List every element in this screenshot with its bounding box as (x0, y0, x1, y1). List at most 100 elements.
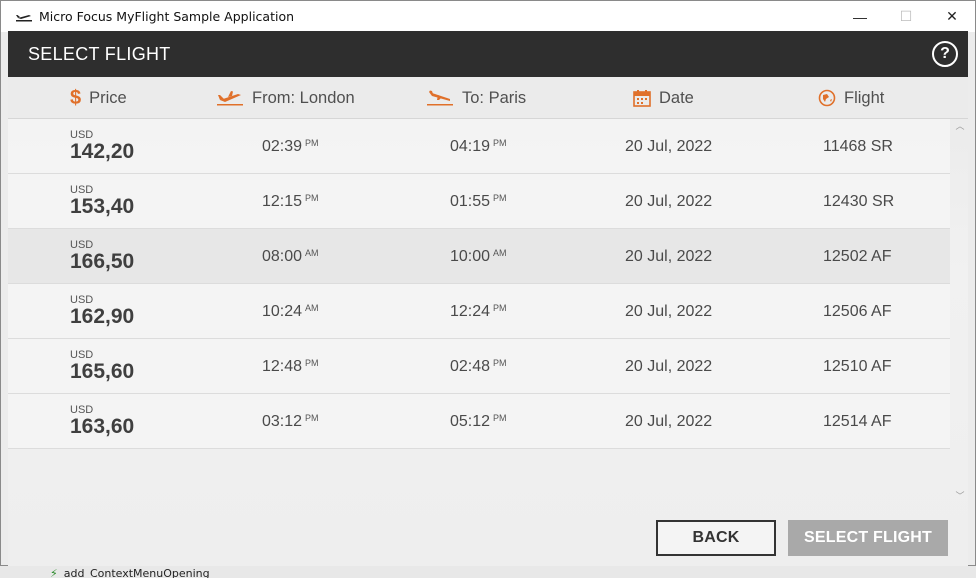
price-value: 153,40 (70, 195, 135, 218)
departure-time-value: 12:48 (262, 357, 303, 375)
flight-date: 20 Jul, 2022 (625, 357, 713, 375)
departure-time: 08:00 AM (262, 229, 319, 284)
departure-ampm: AM (305, 247, 319, 258)
column-label-to: To: Paris (462, 88, 527, 107)
flight-date: 20 Jul, 2022 (625, 137, 713, 155)
flight-number: 12514 AF (823, 412, 892, 430)
price-cell: USD 165,60 (70, 339, 134, 394)
departure-time-value: 08:00 (262, 247, 303, 265)
arrival-ampm: PM (493, 412, 507, 423)
flight-number: 11468 SR (823, 137, 893, 155)
price-cell: USD 166,50 (70, 229, 134, 284)
arrival-time-value: 05:12 (450, 412, 491, 430)
departure-ampm: PM (305, 192, 319, 203)
column-label-date: Date (659, 88, 694, 107)
arrival-time: 01:55 PM (450, 174, 507, 229)
flights-panel: $ Price From: London To: Paris Date Flig… (8, 77, 968, 566)
takeoff-icon (217, 91, 243, 106)
landing-icon (427, 90, 453, 106)
arrival-time-value: 10:00 (450, 247, 491, 265)
arrival-time: 12:24 PM (450, 284, 507, 339)
page-title: SELECT FLIGHT (28, 43, 171, 64)
globe-icon (818, 89, 836, 107)
flight-date: 20 Jul, 2022 (625, 192, 713, 210)
flight-row[interactable]: USD 142,20 02:39 PM 04:19 PM 20 Jul, 2022 … (8, 119, 950, 174)
minimize-button[interactable]: — (837, 1, 883, 32)
arrival-ampm: PM (493, 357, 507, 368)
arrival-time: 10:00 AM (450, 229, 507, 284)
arrival-time: 05:12 PM (450, 394, 507, 449)
column-label-price: Price (89, 88, 127, 107)
departure-ampm: PM (305, 357, 319, 368)
price-cell: USD 153,40 (70, 174, 134, 229)
price-value: 163,60 (70, 415, 135, 438)
scroll-up-arrow[interactable]: ︿ (954, 119, 966, 132)
arrival-ampm: PM (493, 192, 507, 203)
flight-date: 20 Jul, 2022 (625, 247, 713, 265)
window-title: Micro Focus MyFlight Sample Application (39, 9, 295, 24)
back-button[interactable]: BACK (656, 520, 776, 556)
departure-time-value: 10:24 (262, 302, 303, 320)
flight-row[interactable]: USD 153,40 12:15 PM 01:55 PM 20 Jul, 2022 … (8, 174, 950, 229)
departure-time: 03:12 PM (262, 394, 319, 449)
event-icon: ⚡ (50, 567, 58, 578)
dollar-icon: $ (70, 86, 82, 109)
arrival-ampm: PM (493, 302, 507, 313)
flight-row[interactable]: USD 163,60 03:12 PM 05:12 PM 20 Jul, 2022 … (8, 394, 950, 449)
departure-ampm: PM (305, 412, 319, 423)
price-value: 162,90 (70, 305, 135, 328)
close-button[interactable]: ✕ (929, 1, 975, 32)
price-value: 142,20 (70, 140, 135, 163)
column-label-flight: Flight (844, 88, 885, 107)
maximize-button[interactable]: ☐ (883, 1, 929, 32)
flight-row[interactable]: USD 166,50 08:00 AM 10:00 AM 20 Jul, 2022 … (8, 229, 950, 284)
window-controls: — ☐ ✕ (837, 1, 975, 32)
background-code-text: add_ContextMenuOpening (63, 567, 210, 578)
price-cell: USD 163,60 (70, 394, 134, 449)
departure-time-value: 12:15 (262, 192, 303, 210)
scroll-down-arrow[interactable]: ﹀ (954, 489, 966, 502)
flight-number: 12506 AF (823, 302, 892, 320)
flight-list: USD 142,20 02:39 PM 04:19 PM 20 Jul, 2022 … (8, 119, 968, 449)
departure-time-value: 03:12 (262, 412, 303, 430)
select-flight-button[interactable]: SELECT FLIGHT (788, 520, 948, 556)
flight-number: 12430 SR (823, 192, 895, 210)
help-button[interactable]: ? (932, 41, 958, 67)
flight-number: 12510 AF (823, 357, 892, 375)
price-cell: USD 142,20 (70, 119, 134, 174)
arrival-time-value: 02:48 (450, 357, 491, 375)
arrival-ampm: PM (493, 137, 507, 148)
column-header-flight[interactable]: Flight (818, 77, 884, 119)
background-window-text: ⚡ add_ContextMenuOpening (50, 567, 210, 578)
departure-ampm: PM (305, 137, 319, 148)
column-header-to[interactable]: To: Paris (426, 77, 526, 119)
departure-time: 12:15 PM (262, 174, 319, 229)
column-header-date[interactable]: Date (633, 77, 694, 119)
title-bar[interactable]: Micro Focus MyFlight Sample Application … (1, 1, 975, 32)
help-icon: ? (940, 45, 950, 62)
airplane-app-icon (16, 14, 32, 21)
arrival-time-value: 01:55 (450, 192, 491, 210)
flight-date: 20 Jul, 2022 (625, 412, 713, 430)
flight-row[interactable]: USD 165,60 12:48 PM 02:48 PM 20 Jul, 2022 … (8, 339, 950, 394)
price-value: 165,60 (70, 360, 135, 383)
vertical-scrollbar[interactable]: ︿ ﹀ (954, 119, 966, 509)
arrival-ampm: AM (493, 247, 507, 258)
arrival-time-value: 12:24 (450, 302, 491, 320)
flight-number: 12502 AF (823, 247, 892, 265)
departure-time: 02:39 PM (262, 119, 319, 174)
column-headers: $ Price From: London To: Paris Date Flig… (8, 77, 968, 119)
column-header-price[interactable]: $ Price (70, 77, 127, 119)
departure-ampm: AM (305, 302, 319, 313)
departure-time: 10:24 AM (262, 284, 319, 339)
page-header: SELECT FLIGHT ? (8, 31, 968, 77)
column-label-from: From: London (252, 88, 355, 107)
price-value: 166,50 (70, 250, 135, 273)
calendar-icon (633, 90, 651, 107)
flight-date: 20 Jul, 2022 (625, 302, 713, 320)
arrival-time: 04:19 PM (450, 119, 507, 174)
flight-row[interactable]: USD 162,90 10:24 AM 12:24 PM 20 Jul, 2022 … (8, 284, 950, 339)
column-header-from[interactable]: From: London (216, 77, 355, 119)
departure-time-value: 02:39 (262, 137, 303, 155)
arrival-time: 02:48 PM (450, 339, 507, 394)
